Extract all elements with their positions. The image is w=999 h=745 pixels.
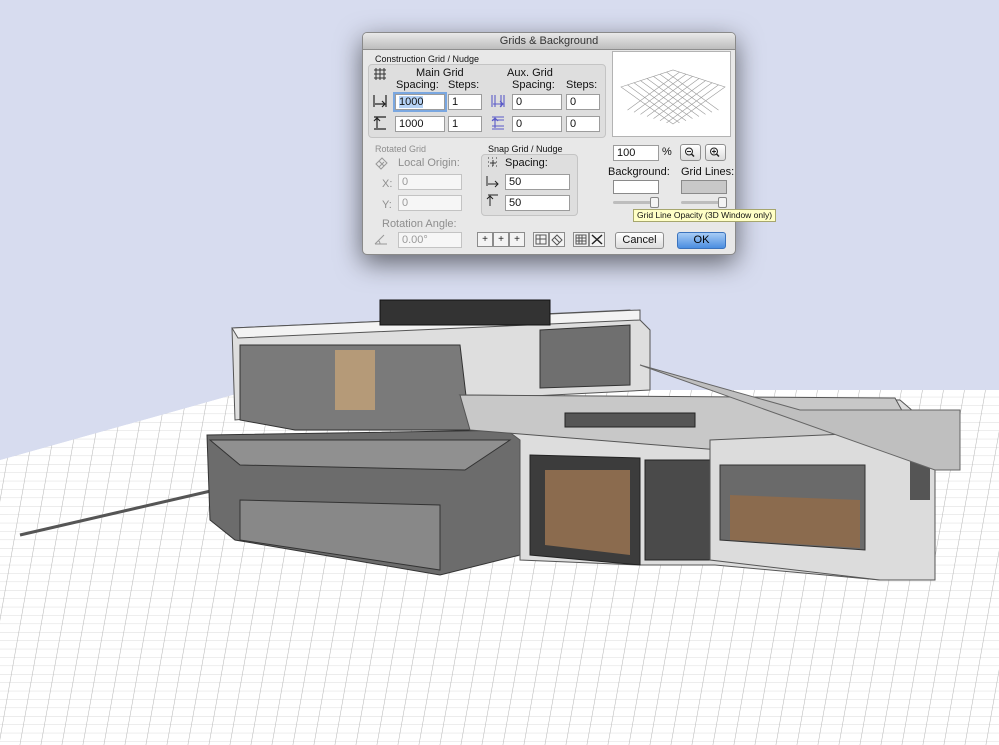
snap-grid-title: Snap Grid / Nudge [488,144,563,154]
snap-grid-icon [488,157,497,167]
main-v-steps-input[interactable]: 1 [448,116,482,132]
background-label: Background: [608,166,670,178]
x-label: X: [382,178,393,190]
aux-steps-label: Steps: [566,79,598,91]
grid-type-icon-1 [535,234,547,245]
rotated-grid-title: Rotated Grid [375,144,427,154]
grid-lines-label: Grid Lines: [681,166,735,178]
snap-spacing-label: Spacing: [505,157,548,169]
main-steps-label: Steps: [448,79,480,91]
local-origin-label: Local Origin: [398,157,460,169]
background-color-swatch[interactable] [613,180,659,194]
snap-horizontal-icon [486,176,499,188]
snap-v-input[interactable]: 50 [505,195,570,211]
rotation-angle-icon [374,234,387,245]
zoom-out-button[interactable] [680,144,701,161]
aux-v-spacing-input[interactable]: 0 [512,116,562,132]
zoom-out-icon [685,147,695,158]
grid-type-icon-2 [551,234,563,246]
horizontal-spacing-icon [373,95,387,108]
aux-h-steps-input[interactable]: 0 [566,94,600,110]
ok-button[interactable]: OK [677,232,726,249]
snap-mode-button-3[interactable]: + [509,232,525,247]
rotation-angle-input[interactable]: 0.00° [398,232,462,248]
snap-vertical-icon [486,194,498,206]
grid-line-opacity-knob[interactable] [718,197,727,208]
aux-horizontal-icon [491,95,505,108]
snap-h-input[interactable]: 50 [505,174,570,190]
grid-display-button[interactable] [573,232,589,247]
zoom-in-button[interactable] [705,144,726,161]
y-label: Y: [382,199,392,211]
grid-line-opacity-tooltip: Grid Line Opacity (3D Window only) [633,209,777,222]
grid-preview-drawing [620,69,726,125]
main-h-steps-input[interactable]: 1 [448,94,482,110]
rotation-angle-label: Rotation Angle: [382,218,457,230]
origin-y-input[interactable]: 0 [398,195,462,211]
grid-display-icon [575,234,587,245]
aux-grid-title: Aux. Grid [507,67,553,79]
snap-mode-button-2[interactable]: + [493,232,509,247]
zoom-unit: % [662,146,672,158]
close-icon [591,234,603,245]
construction-grid-title: Construction Grid / Nudge [375,54,480,64]
main-h-spacing-input[interactable]: 1000 [393,92,447,112]
grid-type-button-1[interactable] [533,232,549,247]
main-v-spacing-input[interactable]: 1000 [395,116,445,132]
aux-vertical-icon [491,116,504,130]
rotated-grid-icon [375,157,388,170]
aux-spacing-label: Spacing: [512,79,555,91]
zoom-input[interactable]: 100 [613,145,659,161]
snap-mode-button-1[interactable]: + [477,232,493,247]
construction-grid-icon [374,68,386,80]
aux-h-spacing-input[interactable]: 0 [512,94,562,110]
cancel-button[interactable]: Cancel [615,232,664,249]
zoom-in-icon [710,147,720,158]
origin-x-input[interactable]: 0 [398,174,462,190]
grid-off-button[interactable] [589,232,605,247]
aux-v-steps-input[interactable]: 0 [566,116,600,132]
dialog-title[interactable]: Grids & Background [363,33,735,50]
grid-type-button-2[interactable] [549,232,565,247]
vertical-spacing-icon [373,116,386,130]
grid-lines-color-swatch[interactable] [681,180,727,194]
grid-preview [612,51,731,137]
main-grid-title: Main Grid [416,67,464,79]
background-opacity-knob[interactable] [650,197,659,208]
main-spacing-label: Spacing: [396,79,439,91]
